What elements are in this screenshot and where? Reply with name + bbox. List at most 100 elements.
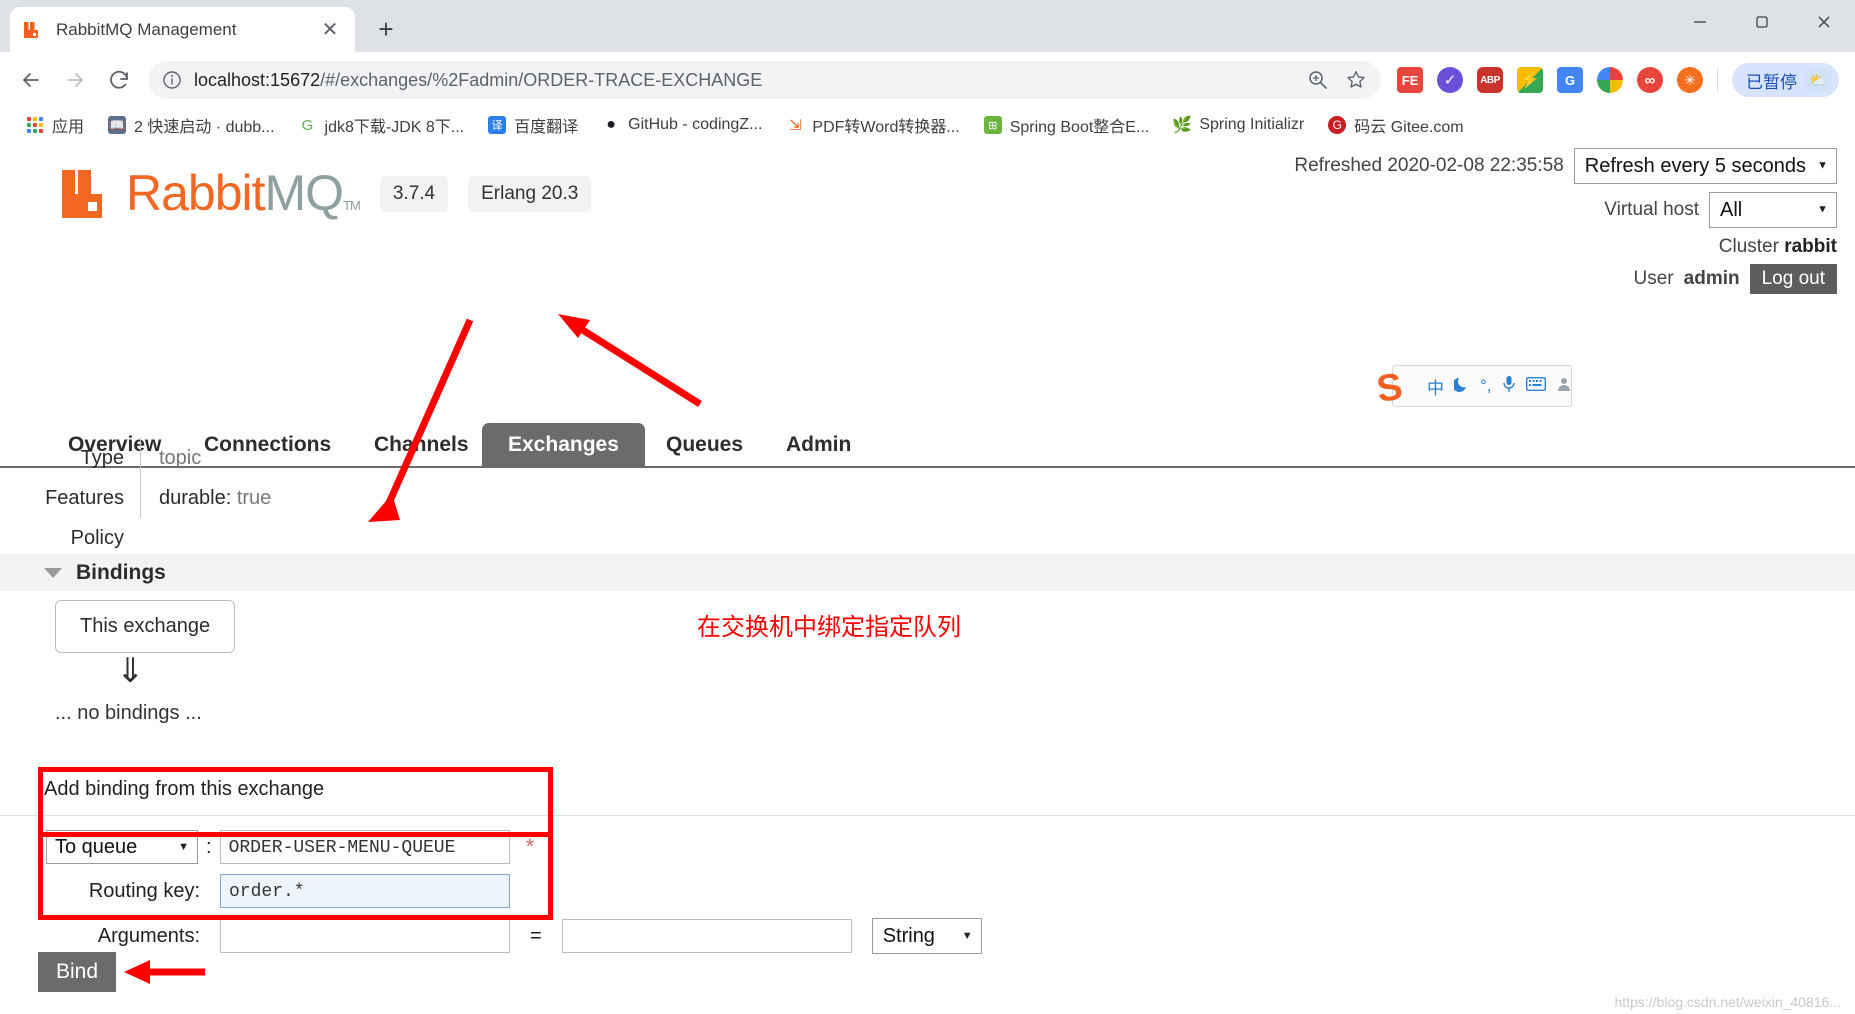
bookmark-jdk8[interactable]: G jdk8下载-JDK 8下... — [287, 111, 477, 139]
spring-leaf-icon: 🌿 — [1172, 117, 1193, 134]
zoom-in-icon[interactable] — [1307, 69, 1329, 91]
info-circle-icon[interactable] — [162, 70, 182, 90]
sogou-logo-icon[interactable]: S — [1374, 365, 1423, 411]
bind-button[interactable]: Bind — [38, 952, 117, 992]
omnibox-actions — [1297, 69, 1367, 91]
rabbitmq-wordmark: RabbitMQTM — [126, 168, 361, 218]
google-translate-extension-icon[interactable]: G — [1557, 67, 1583, 93]
bookmark-quick-start[interactable]: 📖 2 快速启动 · dubb... — [96, 111, 287, 139]
vhost-select[interactable]: All — [1709, 192, 1837, 228]
star-icon[interactable] — [1345, 69, 1367, 91]
header-right-panel: Refreshed 2020-02-08 22:35:58 Refresh ev… — [1294, 148, 1837, 294]
rabbitmq-logo-icon — [62, 170, 106, 218]
annotation-chinese-note: 在交换机中绑定指定队列 — [697, 614, 961, 641]
bookmark-baidu-translate[interactable]: 译 百度翻译 — [476, 111, 590, 139]
equals-sign: = — [530, 924, 542, 947]
close-icon[interactable] — [1793, 0, 1855, 44]
routing-key-input[interactable]: order.* — [220, 874, 510, 908]
watermark: https://blog.csdn.net/weixin_40816... — [1614, 994, 1841, 1010]
detail-label: Features — [45, 487, 124, 509]
bookmark-spring-initializr[interactable]: 🌿 Spring Initializr — [1161, 111, 1316, 139]
keyboard-icon[interactable] — [1525, 376, 1546, 396]
bookmark-label: Spring Boot整合E... — [1009, 119, 1150, 136]
refresh-interval-select[interactable]: Refresh every 5 seconds — [1573, 148, 1837, 184]
bookmark-label: Spring Initializr — [1199, 116, 1305, 133]
logout-button[interactable]: Log out — [1749, 264, 1837, 294]
user-icon[interactable] — [1556, 376, 1572, 397]
bookmark-pdf-to-word[interactable]: ⇲ PDF转Word转换器... — [774, 111, 971, 139]
logo-part-a: Rabbit — [126, 165, 266, 221]
orange-extension-icon[interactable]: ✳ — [1677, 67, 1703, 93]
rabbitmq-icon — [22, 20, 42, 40]
this-exchange-box: This exchange — [55, 600, 236, 653]
adblock-plus-icon[interactable]: ABP — [1477, 67, 1503, 93]
arrow-to-exchanges-tab — [558, 314, 702, 407]
logo-tm: TM — [343, 198, 361, 213]
to-queue-row: To queue : ORDER-USER-MENU-QUEUE * — [0, 830, 1855, 864]
gitee-icon: G — [1328, 116, 1347, 134]
toolbar-divider — [1717, 68, 1718, 92]
argument-key-input[interactable] — [220, 919, 510, 953]
url-path: /#/exchanges/%2Fadmin/ORDER-TRACE-EXCHAN… — [320, 69, 763, 90]
arrow-to-bind-button — [124, 960, 205, 984]
avatar[interactable]: ⛅ — [1805, 67, 1831, 93]
browser-tab[interactable]: RabbitMQ Management ✕ — [10, 7, 355, 52]
bookmark-github[interactable]: ● GitHub - codingZ... — [590, 111, 774, 139]
bookmark-apps[interactable]: 应用 — [14, 111, 96, 139]
punctuation-icon[interactable]: °, — [1480, 376, 1492, 396]
detail-row-policy: Policy — [0, 518, 1855, 558]
google-photos-extension-icon[interactable] — [1597, 67, 1623, 93]
rabbitmq-management-page: RabbitMQTM 3.7.4 Erlang 20.3 Refreshed 2… — [0, 142, 1855, 1014]
check-extension-icon[interactable]: ✓ — [1437, 67, 1463, 93]
add-binding-form: Add binding from this exchange To queue … — [0, 778, 1855, 954]
argument-value-input[interactable] — [561, 919, 852, 953]
required-marker: * — [525, 834, 535, 859]
routing-key-row: Routing key: order.* — [0, 874, 1855, 908]
browser-window: RabbitMQ Management ✕ + localhost:15672/… — [0, 0, 1855, 1014]
forward-arrow-icon[interactable] — [54, 59, 96, 101]
url-host: localhost:15672 — [194, 69, 321, 90]
double-down-arrow-icon: ⇓ — [116, 652, 145, 690]
tab-strip: RabbitMQ Management ✕ + — [0, 0, 1855, 52]
microphone-icon[interactable] — [1502, 375, 1516, 398]
colon-separator: : — [206, 835, 212, 858]
argument-type-select[interactable]: String — [871, 918, 982, 954]
minimize-icon[interactable] — [1669, 0, 1731, 44]
profile-chip[interactable]: 已暂停 ⛅ — [1732, 63, 1839, 97]
refresh-row: Refreshed 2020-02-08 22:35:58 Refresh ev… — [1294, 148, 1837, 184]
address-bar[interactable]: localhost:15672/#/exchanges/%2Fadmin/ORD… — [148, 61, 1381, 99]
user-row: User admin Log out — [1294, 264, 1837, 294]
bindings-section-header[interactable]: Bindings — [0, 554, 1855, 591]
bookmark-label: PDF转Word转换器... — [812, 119, 960, 136]
infinity-extension-icon[interactable]: ∞ — [1637, 67, 1663, 93]
refreshed-label: Refreshed 2020-02-08 22:35:58 — [1294, 155, 1564, 176]
destination-queue-input[interactable]: ORDER-USER-MENU-QUEUE — [219, 830, 510, 864]
extension-icons: FE ✓ ABP ⚡ G ∞ ✳ 已暂停 ⛅ — [1391, 63, 1845, 97]
fe-extension-icon[interactable]: FE — [1397, 67, 1423, 93]
bookmark-spring-boot[interactable]: ⊞ Spring Boot整合E... — [972, 111, 1162, 139]
version-badge: 3.7.4 — [379, 176, 449, 212]
reload-icon[interactable] — [98, 59, 140, 101]
moon-icon[interactable] — [1452, 375, 1470, 397]
github-icon: ● — [606, 116, 616, 133]
sogou-ime-toolbar[interactable]: S 中 °, — [1374, 365, 1572, 411]
bookmark-gitee[interactable]: G 码云 Gitee.com — [1316, 111, 1475, 139]
binding-destination-select[interactable]: To queue — [46, 830, 198, 864]
tab-title: RabbitMQ Management — [56, 19, 237, 39]
apps-grid-icon — [26, 116, 44, 134]
pdf-icon: ⇲ — [789, 117, 802, 134]
erlang-badge: Erlang 20.3 — [468, 176, 592, 212]
detail-label: Policy — [70, 527, 124, 549]
chinese-mode-icon[interactable]: 中 — [1427, 374, 1444, 399]
close-icon[interactable]: ✕ — [317, 17, 343, 43]
caret-down-icon[interactable] — [44, 567, 62, 578]
maximize-icon[interactable] — [1731, 0, 1793, 44]
detail-label: Type — [80, 447, 124, 469]
detail-row-type: Type topic — [0, 438, 1855, 478]
bookmark-label: 应用 — [52, 119, 85, 136]
form-divider — [0, 815, 1855, 816]
new-tab-button[interactable]: + — [367, 10, 405, 48]
back-arrow-icon[interactable] — [10, 59, 52, 101]
arguments-label: Arguments: — [97, 924, 200, 947]
google-drive-extension-icon[interactable]: ⚡ — [1517, 67, 1543, 93]
